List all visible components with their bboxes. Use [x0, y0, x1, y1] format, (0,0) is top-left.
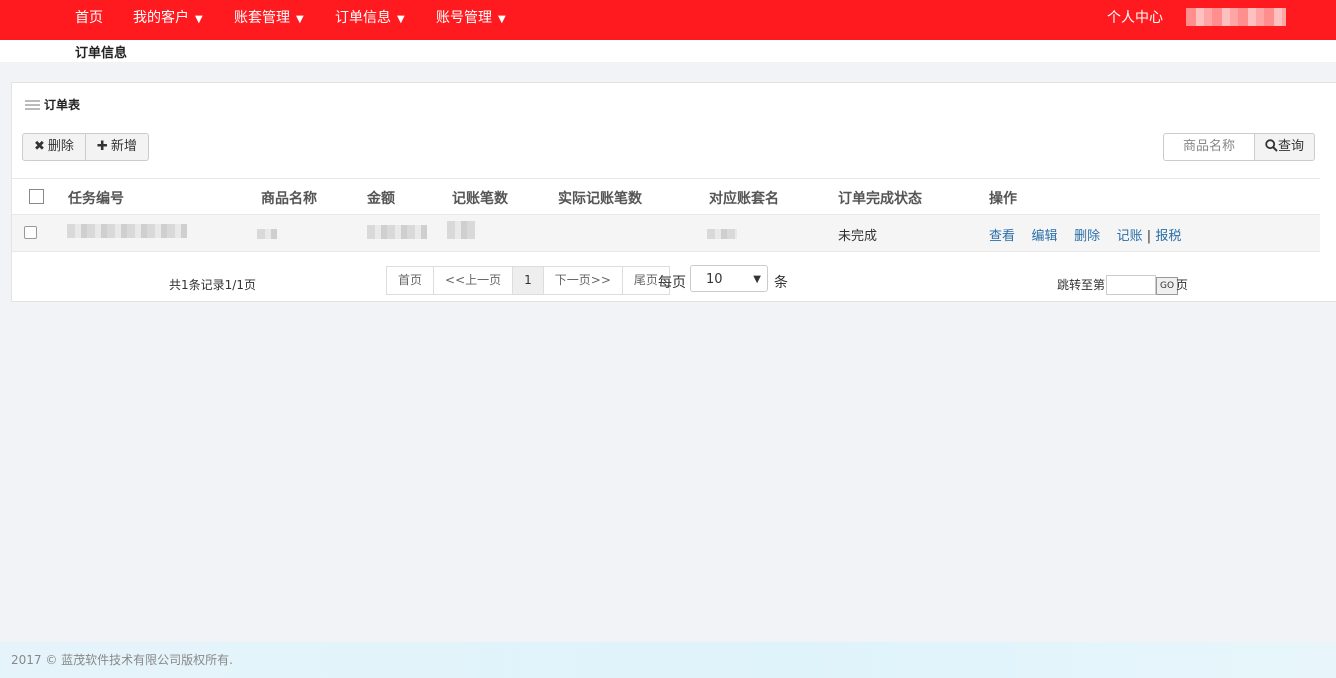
table-header: 任务编号 商品名称 金额 记账笔数 实际记账笔数 对应账套名 订单完成状态 操作: [12, 178, 1320, 215]
nav-item-label: 账号管理: [436, 10, 492, 26]
column-header-amount: 金额: [367, 191, 395, 207]
panel-title-text: 订单表: [44, 98, 81, 112]
edit-link[interactable]: 编辑: [1032, 229, 1058, 244]
toolbar: ✖ 删除 ✚ 新增: [22, 133, 149, 161]
nav-item-label: 首页: [75, 10, 103, 26]
entry-count-redacted: [447, 221, 475, 239]
top-navigation-bar: 首页 我的客户 ▼ 账套管理 ▼ 订单信息 ▼ 账号管理 ▼ 个人中心: [0, 0, 1336, 40]
dropdown-caret-icon: ▼: [498, 14, 506, 25]
current-page-button[interactable]: 1: [513, 266, 544, 295]
per-page-select[interactable]: 10 ▼: [690, 265, 768, 292]
nav-item-account-sets[interactable]: 账套管理 ▼: [234, 0, 304, 36]
nav-item-label: 订单信息: [335, 10, 391, 26]
action-separator: |: [1146, 229, 1152, 244]
column-header-actions: 操作: [989, 191, 1017, 207]
jump-to-label: 跳转至第: [1057, 278, 1106, 292]
amount-redacted: [367, 225, 427, 239]
search-button-label: 查询: [1278, 139, 1305, 154]
product-name-search-input[interactable]: [1163, 133, 1255, 161]
panel-title: 订单表: [25, 96, 80, 113]
nav-item-user-center[interactable]: 个人中心: [1107, 0, 1163, 36]
remove-icon: ✖: [34, 139, 45, 154]
row-checkbox[interactable]: [24, 226, 37, 239]
nav-item-order-info[interactable]: 订单信息 ▼: [335, 0, 405, 36]
go-button[interactable]: GO: [1156, 277, 1179, 295]
order-status-cell: 未完成: [838, 229, 878, 244]
username-redacted[interactable]: [1186, 8, 1286, 26]
next-page-button[interactable]: 下一页>>: [543, 266, 623, 295]
nav-item-label: 账套管理: [234, 10, 290, 26]
jump-page-input[interactable]: [1106, 275, 1156, 295]
column-header-product-name: 商品名称: [261, 191, 317, 207]
prev-page-button[interactable]: <<上一页: [434, 266, 514, 295]
nav-item-account-management[interactable]: 账号管理 ▼: [436, 0, 506, 36]
first-page-button[interactable]: 首页: [386, 266, 435, 295]
task-number-redacted: [67, 224, 187, 238]
column-header-account-set-name: 对应账套名: [709, 191, 779, 207]
plus-icon: ✚: [96, 139, 108, 154]
list-icon: [25, 100, 40, 110]
product-name-redacted: [257, 229, 277, 239]
order-table-panel: 订单表 ✖删除 ✚新增 查询 任务编号 商品名称 金额 记账笔数 实际记账笔数 …: [11, 82, 1336, 302]
table-row: 未完成 查看 编辑 删除 记账 | 报税: [12, 215, 1320, 252]
footer: 2017 © 蓝茂软件技术有限公司版权所有.: [0, 642, 1336, 678]
select-all-checkbox[interactable]: [29, 189, 44, 204]
view-link[interactable]: 查看: [989, 229, 1015, 244]
bookkeeping-link[interactable]: 记账: [1117, 229, 1143, 244]
column-header-entry-count: 记账笔数: [452, 191, 508, 207]
pagination-info: 共1条记录1/1页: [169, 278, 256, 292]
per-page-value: 10: [706, 272, 723, 287]
delete-button[interactable]: ✖ 删除: [22, 133, 86, 161]
dropdown-caret-icon: ▼: [296, 14, 304, 25]
breadcrumb-bar: 订单信息: [0, 40, 1336, 62]
column-header-task-number: 任务编号: [68, 191, 124, 207]
add-button[interactable]: ✚ 新增: [85, 133, 149, 161]
orders-table: 任务编号 商品名称 金额 记账笔数 实际记账笔数 对应账套名 订单完成状态 操作…: [12, 178, 1320, 252]
dropdown-caret-icon: ▼: [397, 14, 405, 25]
account-set-name-redacted: [707, 229, 737, 239]
pagination: 首页 <<上一页 1 下一页>> 尾页: [386, 266, 670, 295]
column-header-order-status: 订单完成状态: [838, 191, 922, 207]
delete-button-label: 删除: [47, 139, 74, 154]
per-page-label: 每页: [658, 275, 686, 291]
add-button-label: 新增: [110, 139, 137, 154]
dropdown-caret-icon: ▼: [195, 14, 203, 25]
nav-item-home[interactable]: 首页: [75, 0, 103, 36]
nav-item-label: 我的客户: [133, 10, 189, 26]
copyright-text: 2017 © 蓝茂软件技术有限公司版权所有.: [11, 653, 233, 667]
column-header-actual-entry-count: 实际记账笔数: [558, 191, 642, 207]
tax-filing-link[interactable]: 报税: [1155, 229, 1181, 244]
select-arrow-icon: ▼: [753, 274, 761, 285]
breadcrumb: 订单信息: [75, 46, 128, 61]
search-button[interactable]: 查询: [1255, 133, 1316, 161]
nav-item-label: 个人中心: [1107, 10, 1163, 26]
jump-page-unit: 页: [1176, 278, 1189, 292]
delete-link[interactable]: 删除: [1074, 229, 1100, 244]
search-group: 查询: [1163, 133, 1316, 161]
row-actions: 查看 编辑 删除 记账 | 报税: [989, 225, 1181, 244]
per-page-unit: 条: [774, 275, 788, 291]
nav-item-my-customers[interactable]: 我的客户 ▼: [133, 0, 203, 36]
magnifier-icon: [1265, 139, 1278, 152]
